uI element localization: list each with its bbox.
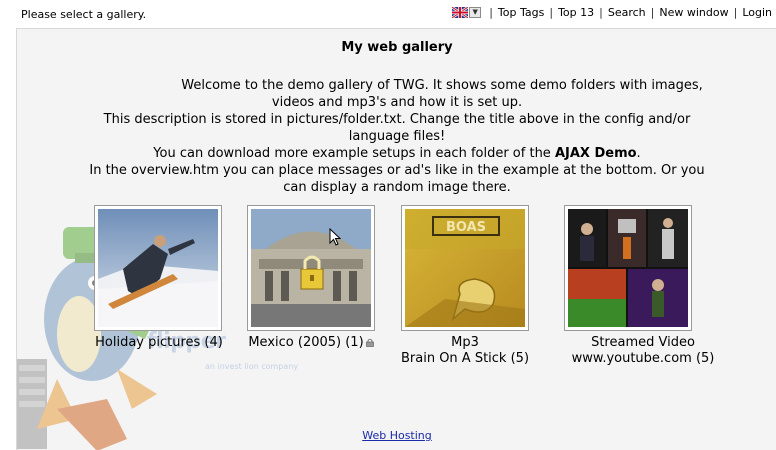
nav-new-window[interactable]: New window <box>659 6 728 19</box>
gallery-title[interactable]: Mp3 <box>380 335 550 351</box>
gallery-subtitle[interactable]: www.youtube.com (5) <box>558 351 728 367</box>
nav-login[interactable]: Login <box>742 6 772 19</box>
nav-top-13[interactable]: Top 13 <box>558 6 594 19</box>
footer-ad: Web Hosting <box>17 429 776 442</box>
top-nav: ▼ | Top Tags | Top 13 | Search | New win… <box>452 6 772 19</box>
gallery-title[interactable]: Streamed Video <box>558 335 728 351</box>
gallery-subtitle[interactable]: Brain On A Stick (5) <box>380 351 550 367</box>
gallery-title[interactable]: Mexico (2005) (1) <box>226 335 396 351</box>
gallery-thumb-mp3[interactable]: BOAS <box>401 205 529 331</box>
gallery-caption-holiday[interactable]: Holiday pictures (4) <box>74 335 244 351</box>
gallery-thumb-mexico[interactable] <box>247 205 375 331</box>
top-bar: Please select a gallery. ▼ | Top Tags | … <box>0 0 776 28</box>
uk-flag-icon <box>452 7 469 18</box>
album-cover: BOAS <box>405 209 525 327</box>
description-line: videos and mp3's and how it is set up. <box>271 95 523 110</box>
description-line: Welcome to the demo gallery of TWG. It s… <box>181 78 703 93</box>
ajax-demo-text: AJAX Demo <box>554 146 637 161</box>
gallery-caption-mp3[interactable]: Mp3 Brain On A Stick (5) <box>380 335 550 367</box>
gallery-title[interactable]: Holiday pictures (4) <box>74 335 244 351</box>
gallery-caption-video[interactable]: Streamed Video www.youtube.com (5) <box>558 335 728 367</box>
description-line: You can download more example setups in … <box>153 146 641 161</box>
lock-icon <box>365 338 374 347</box>
svg-text:BOAS: BOAS <box>446 220 486 235</box>
gallery-description: Welcome to the demo gallery of TWG. It s… <box>77 77 717 196</box>
gallery-thumb-holiday[interactable] <box>94 205 222 331</box>
web-hosting-link[interactable]: Web Hosting <box>362 429 432 442</box>
building-photo <box>251 209 371 327</box>
snowboard-photo <box>98 209 218 327</box>
nav-top-tags[interactable]: Top Tags <box>498 6 544 19</box>
page-title: My web gallery <box>341 40 453 55</box>
mouse-cursor-icon <box>329 228 341 246</box>
description-line: In the overview.htm you can place messag… <box>89 163 705 178</box>
description-line: This description is stored in pictures/f… <box>103 112 691 127</box>
description-line: can display a random image there. <box>283 180 511 195</box>
language-selector[interactable]: ▼ <box>452 7 482 18</box>
chevron-down-icon[interactable]: ▼ <box>469 7 482 18</box>
gallery-thumb-video[interactable] <box>564 205 692 331</box>
nav-search[interactable]: Search <box>608 6 646 19</box>
video-collage <box>568 209 688 327</box>
watermark-subtext: an invest lion company <box>205 362 299 371</box>
description-line: language files! <box>348 129 446 144</box>
status-text: Please select a gallery. <box>21 8 147 21</box>
gallery-panel: flipper an invest lion company My web ga… <box>16 28 776 450</box>
gallery-caption-mexico[interactable]: Mexico (2005) (1) <box>226 335 396 351</box>
